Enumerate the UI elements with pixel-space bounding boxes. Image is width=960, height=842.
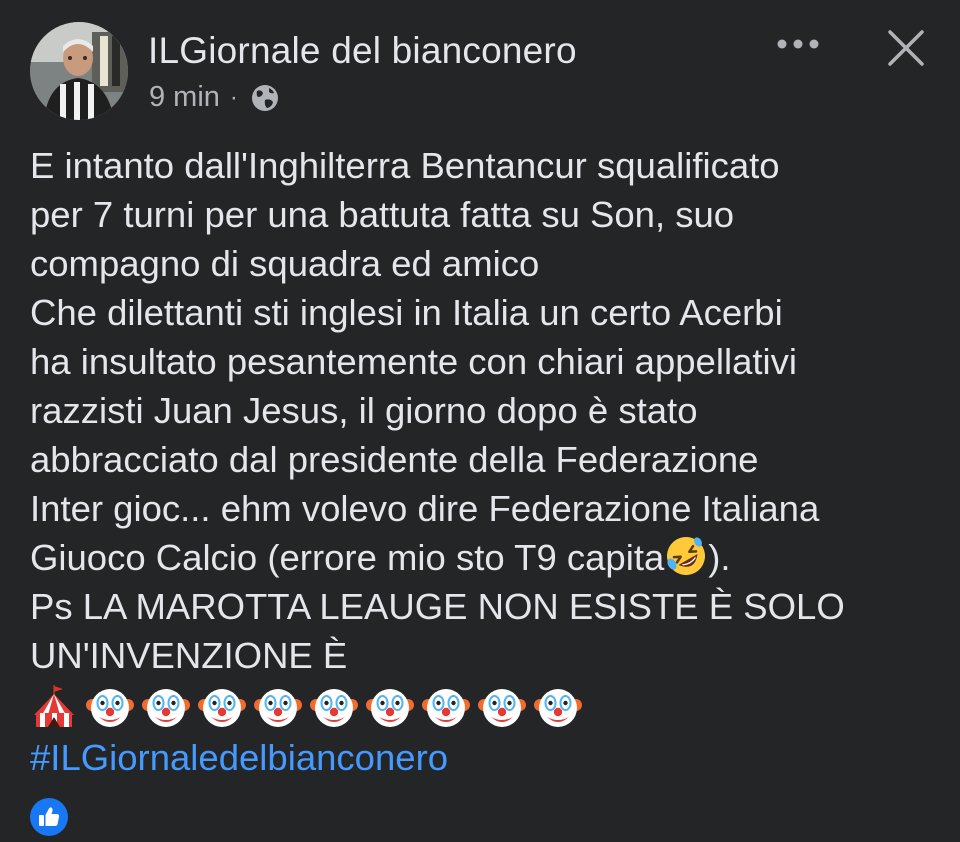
author-name[interactable]: ILGiornale del bianconero (148, 30, 577, 72)
circus-tent-emoji (30, 683, 78, 731)
emoji-row (30, 681, 940, 733)
clown-face-emoji (534, 683, 582, 731)
body-text-fragment: Giuoco Calcio (errore mio sto T9 capita (30, 537, 665, 578)
post-header: ILGiornale del bianconero 9 min · (30, 22, 930, 122)
rolling-on-floor-laughing-emoji (664, 534, 708, 578)
body-line: razzisti Juan Jesus, il giorno dopo è st… (30, 390, 698, 431)
post-meta: 9 min · (149, 81, 280, 114)
close-icon[interactable] (886, 28, 926, 68)
clown-face-emoji (422, 683, 470, 731)
body-line: Inter gioc... ehm volevo dire Federazion… (30, 488, 820, 529)
clown-face-emoji (254, 683, 302, 731)
meta-separator: · (229, 83, 238, 111)
body-line: ha insultato pesantemente con chiari app… (30, 341, 797, 382)
more-horizontal-icon[interactable] (776, 34, 820, 54)
body-line: E intanto dall'Inghilterra Bentancur squ… (30, 145, 780, 186)
clown-face-emoji (478, 683, 526, 731)
body-line: compagno di squadra ed amico (30, 243, 540, 284)
clown-face-emoji (310, 683, 358, 731)
body-line: UN'INVENZIONE È (30, 635, 348, 676)
globe-icon (250, 83, 280, 113)
body-line: Che dilettanti sti inglesi in Italia un … (30, 292, 783, 333)
hashtag-link[interactable]: #ILGiornaledelbianconero (30, 733, 940, 782)
clown-face-emoji (366, 683, 414, 731)
body-line: per 7 turni per una battuta fatta su Son… (30, 194, 735, 235)
avatar[interactable] (30, 22, 128, 120)
like-reaction-icon[interactable] (30, 798, 68, 836)
body-text-fragment: ). (708, 537, 731, 578)
body-line: Ps LA MAROTTA LEAUGE NON ESISTE È SOLO (30, 586, 845, 627)
body-line: Giuoco Calcio (errore mio sto T9 capita … (30, 533, 940, 582)
post-time[interactable]: 9 min (149, 81, 220, 114)
post-body: E intanto dall'Inghilterra Bentancur squ… (30, 141, 940, 782)
clown-face-emoji (86, 683, 134, 731)
clown-face-emoji (198, 683, 246, 731)
facebook-post: ILGiornale del bianconero 9 min · E inta… (0, 0, 960, 842)
clown-face-emoji (142, 683, 190, 731)
body-line: abbracciato dal presidente della Federaz… (30, 439, 759, 480)
